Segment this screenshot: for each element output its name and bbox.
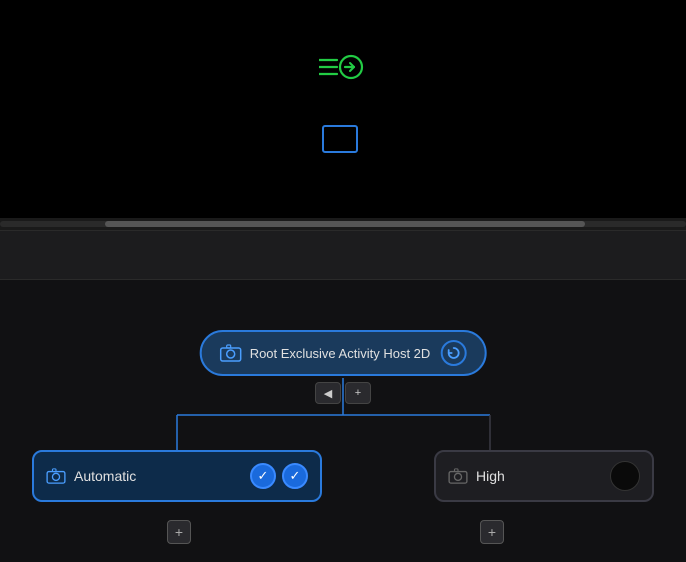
nav-buttons: ◀ +	[315, 382, 371, 404]
automatic-check-2: ✓	[282, 463, 308, 489]
automatic-checks: ✓ ✓	[250, 463, 308, 489]
automatic-node-left: Automatic	[46, 468, 136, 484]
automatic-camera-icon	[46, 468, 66, 484]
flow-canvas[interactable]: Root Exclusive Activity Host 2D ◀ + Auto…	[0, 280, 686, 562]
scrollbar-thumb[interactable]	[105, 221, 585, 227]
nav-add-button[interactable]: +	[345, 382, 371, 404]
high-node[interactable]: High	[434, 450, 654, 502]
high-node-left: High	[448, 468, 505, 484]
automatic-label: Automatic	[74, 468, 136, 484]
root-camera-icon	[220, 344, 242, 362]
toolbar-divider	[0, 230, 686, 280]
automatic-node[interactable]: Automatic ✓ ✓	[32, 450, 322, 502]
screen-icon-container	[322, 125, 364, 166]
root-node[interactable]: Root Exclusive Activity Host 2D	[200, 330, 487, 376]
root-arrow-icon[interactable]	[440, 340, 466, 366]
automatic-check-1: ✓	[250, 463, 276, 489]
headlight-icon	[319, 54, 367, 95]
automatic-add-button[interactable]: +	[167, 520, 191, 544]
nav-back-button[interactable]: ◀	[315, 382, 341, 404]
preview-area	[0, 0, 686, 220]
scrollbar-track	[0, 221, 686, 227]
scrollbar[interactable]	[0, 218, 686, 230]
root-node-left: Root Exclusive Activity Host 2D	[220, 344, 431, 362]
high-add-button[interactable]: +	[480, 520, 504, 544]
high-label: High	[476, 468, 505, 484]
connector-lines	[0, 280, 686, 562]
high-black-circle	[610, 461, 640, 491]
high-camera-icon	[448, 468, 468, 484]
screen-icon	[322, 125, 364, 161]
root-node-label: Root Exclusive Activity Host 2D	[250, 346, 431, 361]
